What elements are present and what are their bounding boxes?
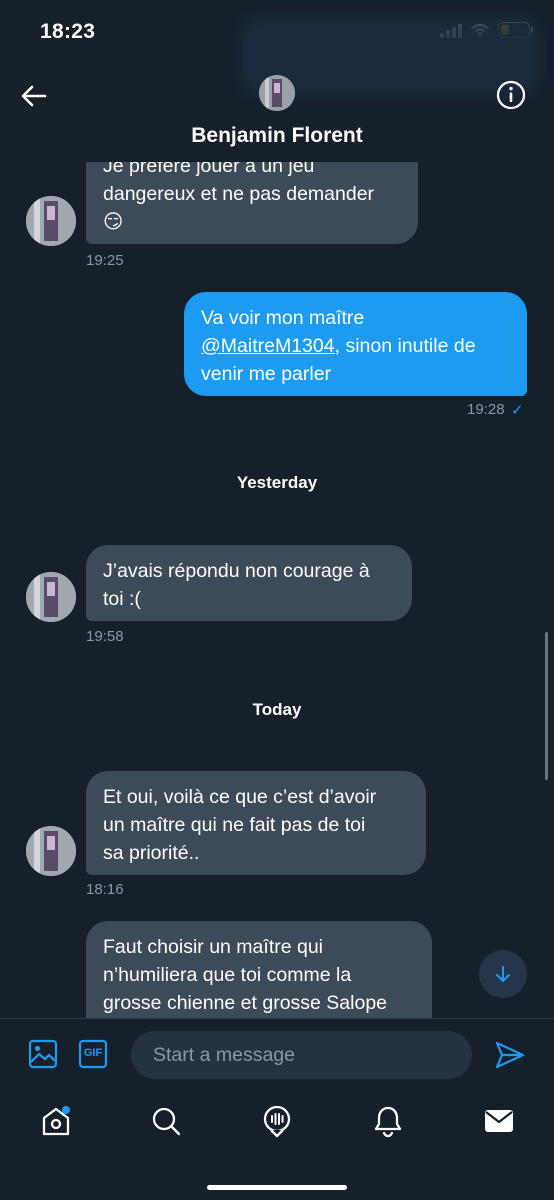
message-text: n’humiliera que toi comme la <box>103 964 352 986</box>
tab-search[interactable] <box>149 1104 183 1138</box>
media-button[interactable] <box>28 1039 58 1069</box>
message-text: , sinon inutile de <box>334 335 476 357</box>
info-button[interactable] <box>496 80 526 110</box>
gif-button[interactable]: GIF <box>78 1039 108 1069</box>
day-separator: Today <box>252 700 302 719</box>
spaces-icon <box>263 1105 291 1138</box>
message-bubble-incoming[interactable]: J’avais répondu non courage à toi :( <box>86 545 412 621</box>
scrollbar[interactable] <box>545 632 548 780</box>
message-bubble-outgoing[interactable]: Va voir mon maître @MaitreM1304, sinon i… <box>184 292 527 396</box>
message-text: sa priorité.. <box>103 842 200 864</box>
avatar-image <box>26 572 76 622</box>
home-indicator <box>207 1185 347 1190</box>
message-text: grosse chienne et grosse Salope <box>103 992 388 1014</box>
gif-label: GIF <box>83 1047 103 1059</box>
mention-link[interactable]: @MaitreM1304 <box>201 335 335 357</box>
contact-avatar[interactable] <box>259 75 295 111</box>
message-text: J’avais répondu non courage à <box>103 560 370 582</box>
message-text: toi :( <box>103 588 141 610</box>
image-icon <box>28 1039 58 1069</box>
message-timestamp: 19:58 <box>86 628 124 645</box>
avatar-image <box>26 826 76 876</box>
message-text: dangereux et ne pas demander <box>103 183 375 205</box>
message-text: Et oui, voilà ce que c’est d’avoir <box>103 786 377 808</box>
status-time: 18:23 <box>40 20 96 43</box>
arrow-left-icon <box>21 85 47 107</box>
back-button[interactable] <box>18 80 50 112</box>
message-text: Je préfère jouer à un jeu <box>103 162 315 177</box>
message-text: 😏 <box>103 211 124 233</box>
message-avatar[interactable] <box>26 572 76 622</box>
conversation-header: Benjamin Florent <box>0 66 554 162</box>
day-separator: Yesterday <box>236 473 318 492</box>
home-icon <box>42 1106 70 1136</box>
tab-spaces[interactable] <box>260 1104 294 1138</box>
sent-check-icon: ✓ <box>511 402 524 419</box>
message-timestamp: 18:16 <box>86 881 124 898</box>
message-bubble-incoming[interactable]: Faut choisir un maître qui n’humiliera q… <box>86 921 432 1018</box>
scroll-to-bottom-button[interactable] <box>479 950 527 998</box>
message-composer: GIF Start a message <box>0 1018 554 1092</box>
message-input[interactable]: Start a message <box>131 1031 472 1079</box>
bottom-tab-bar <box>0 1092 554 1200</box>
contact-name[interactable]: Benjamin Florent <box>0 124 554 148</box>
arrow-down-icon <box>496 966 510 982</box>
message-text: venir me parler <box>201 363 332 385</box>
message-text: Va voir mon maître <box>201 307 365 329</box>
message-avatar[interactable] <box>26 196 76 246</box>
message-bubble-incoming[interactable]: Je préfère jouer à un jeu dangereux et n… <box>86 162 418 244</box>
avatar-image <box>259 75 295 111</box>
tab-notifications[interactable] <box>371 1104 405 1138</box>
message-avatar[interactable] <box>26 826 76 876</box>
send-icon <box>495 1041 525 1069</box>
tab-messages[interactable] <box>482 1104 516 1138</box>
notifications-icon <box>374 1106 402 1138</box>
message-text: Faut choisir un maître qui <box>103 936 324 958</box>
message-timestamp: 19:28 <box>467 401 505 418</box>
send-button[interactable] <box>494 1040 525 1070</box>
info-icon <box>496 80 526 110</box>
search-icon <box>152 1107 181 1136</box>
message-text: @MaitreM1304, sinon inutile de <box>201 332 510 360</box>
message-text: un maître qui ne fait pas de toi <box>103 814 366 836</box>
message-bubble-incoming[interactable]: Et oui, voilà ce que c’est d’avoir un ma… <box>86 771 426 875</box>
message-timestamp: 19:25 <box>86 252 124 269</box>
messages-icon <box>485 1110 513 1132</box>
tab-home[interactable] <box>39 1104 73 1138</box>
avatar-image <box>26 196 76 246</box>
message-list[interactable]: Je préfère jouer à un jeu dangereux et n… <box>0 162 554 1018</box>
